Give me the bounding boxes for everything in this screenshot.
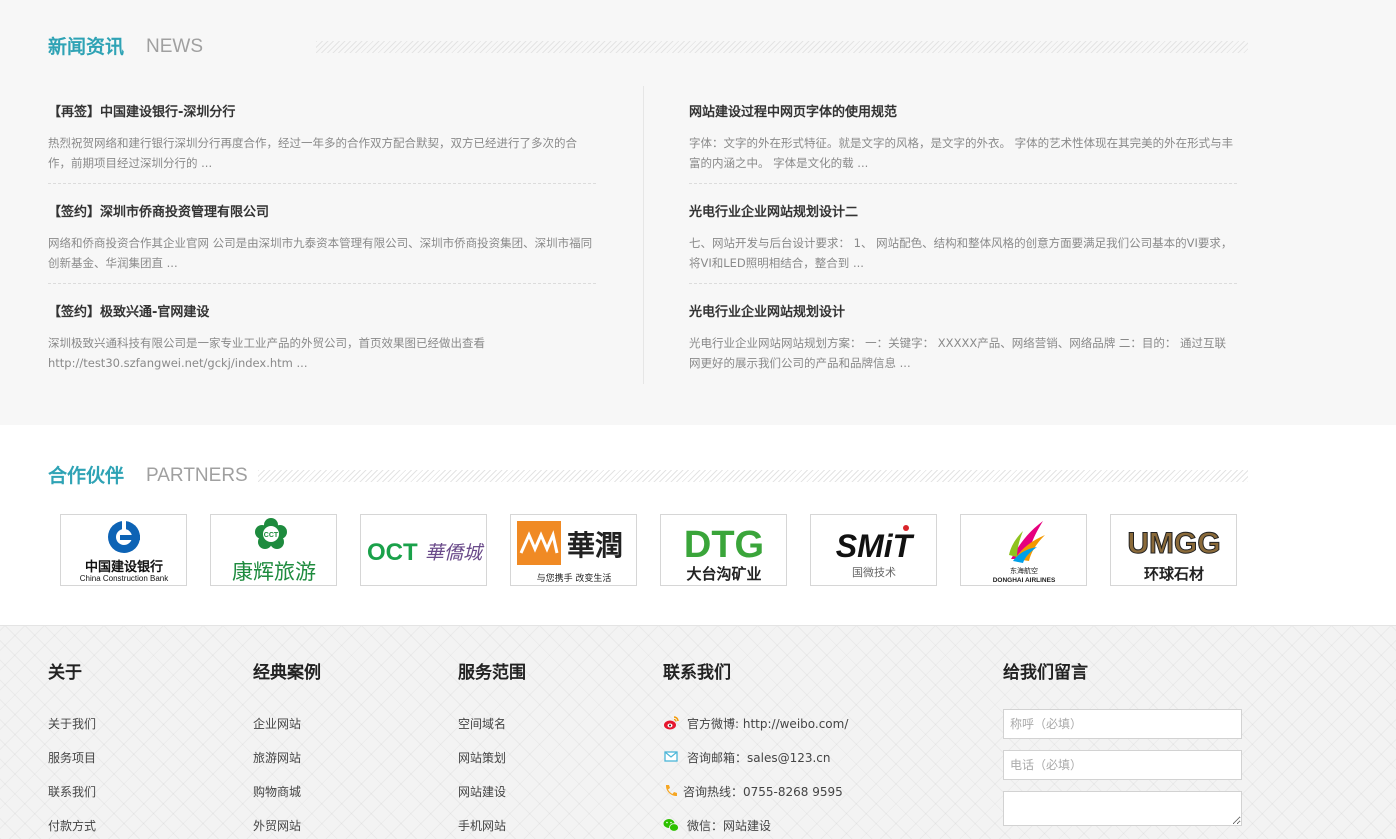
footer-link[interactable]: 付款方式 — [48, 816, 96, 839]
mail-icon — [663, 749, 679, 765]
news-item[interactable]: 【签约】深圳市侨商投资管理有限公司 网络和侨商投资合作其企业官网 公司是由深圳市… — [48, 196, 596, 296]
header-stripe-decoration — [258, 470, 1248, 482]
wechat-icon — [663, 817, 679, 833]
partner-logo-subtext: DONGHAI AIRLINES — [993, 577, 1056, 584]
divider — [689, 283, 1237, 284]
contact-text[interactable]: 微信：网站建设 — [687, 819, 771, 833]
partners-header: 合作伙伴 PARTNERS — [48, 463, 1248, 493]
footer-link[interactable]: 外贸网站 — [253, 816, 321, 839]
footer-link[interactable]: 关于我们 — [48, 714, 96, 748]
site-footer: 关于 关于我们 服务项目 联系我们 付款方式 经典案例 企业网站 旅游网站 购物… — [0, 625, 1396, 839]
footer-heading: 经典案例 — [253, 663, 321, 683]
name-input[interactable] — [1003, 709, 1242, 739]
divider — [48, 183, 596, 184]
news-item-title[interactable]: 网站建设过程中网页字体的使用规范 — [689, 103, 897, 123]
partner-logo-subtext: China Construction Bank — [80, 574, 169, 583]
footer-heading: 关于 — [48, 663, 82, 683]
news-item-title[interactable]: 【签约】深圳市侨商投资管理有限公司 — [48, 203, 269, 223]
column-divider — [643, 86, 644, 384]
partner-logo-text: UMGG — [1127, 527, 1220, 560]
news-header: 新闻资讯 NEWS — [48, 34, 1248, 64]
partner-logo-subtext: 国微技术 — [852, 565, 896, 579]
footer-heading: 给我们留言 — [1003, 663, 1088, 683]
footer-heading: 服务范围 — [458, 663, 526, 683]
message-textarea[interactable] — [1003, 791, 1242, 826]
contact-text[interactable]: 咨询热线：0755-8268 9595 — [683, 785, 843, 799]
footer-col-contact: 联系我们 官方微博: http://weibo.com/ 咨询邮箱：sales@… — [663, 662, 848, 839]
footer-link[interactable]: 手机网站 — [458, 816, 526, 839]
partner-logo-subtext: 大台沟矿业 — [686, 565, 761, 583]
news-item-desc: 网络和侨商投资合作其企业官网 公司是由深圳市九泰资本管理有限公司、深圳市侨商投资… — [48, 236, 593, 270]
partner-logo-text: OCT — [367, 539, 418, 566]
partner-logo-text: 东海航空 — [1010, 566, 1038, 575]
footer-link[interactable]: 旅游网站 — [253, 748, 321, 782]
footer-link[interactable]: 企业网站 — [253, 714, 321, 748]
news-item-desc: 七、网站开发与后台设计要求： 1、 网站配色、结构和整体风格的创意方面要满足我们… — [689, 236, 1233, 270]
news-item[interactable]: 光电行业企业网站规划设计二 七、网站开发与后台设计要求： 1、 网站配色、结构和… — [689, 196, 1237, 296]
footer-link[interactable]: 联系我们 — [48, 782, 96, 816]
news-item[interactable]: 光电行业企业网站规划设计 光电行业企业网站网站规划方案： 一：关键字： XXXX… — [689, 296, 1237, 396]
header-stripe-decoration — [316, 41, 1248, 53]
partner-logo-subtext: 环球石材 — [1144, 565, 1204, 583]
contact-phone: 咨询热线：0755-8268 9595 — [663, 782, 848, 816]
footer-link[interactable]: 服务项目 — [48, 748, 96, 782]
phone-input[interactable] — [1003, 750, 1242, 780]
news-item-title[interactable]: 【再签】中国建设银行-深圳分行 — [48, 103, 235, 123]
footer-col-services: 服务范围 空间域名 网站策划 网站建设 手机网站 — [458, 662, 526, 839]
partner-logo-text: DTG — [684, 524, 764, 566]
footer-link[interactable]: 网站策划 — [458, 748, 526, 782]
message-form — [1003, 709, 1242, 826]
news-item[interactable]: 【再签】中国建设银行-深圳分行 热烈祝贺网络和建行银行深圳分行再度合作，经过一年… — [48, 96, 596, 196]
news-item-title[interactable]: 光电行业企业网站规划设计 — [689, 303, 845, 323]
footer-link[interactable]: 空间域名 — [458, 714, 526, 748]
news-item-desc: 光电行业企业网站网站规划方案： 一：关键字： XXXXX产品、网络营销、网络品牌… — [689, 336, 1227, 370]
partners-section: 合作伙伴 PARTNERS 中国建设银行 China Construction … — [0, 425, 1396, 625]
news-item-desc: 字体：文字的外在形式特征。就是文字的风格，是文字的外衣。 字体的艺术性体现在其完… — [689, 136, 1234, 170]
footer-link[interactable]: 网站建设 — [458, 782, 526, 816]
partner-logo-text: 華潤 — [567, 529, 623, 562]
partner-logo-umgg[interactable]: UMGG 环球石材 — [1110, 514, 1237, 586]
partner-logo-oct[interactable]: OCT 華僑城 — [360, 514, 487, 586]
partner-logo-subtext: 華僑城 — [425, 542, 485, 564]
partner-logo-dtg[interactable]: DTG 大台沟矿业 — [660, 514, 787, 586]
contact-text[interactable]: 咨询邮箱：sales@123.cn — [687, 751, 831, 765]
news-item-title[interactable]: 【签约】极致兴通-官网建设 — [48, 303, 209, 323]
contact-text[interactable]: 官方微博: http://weibo.com/ — [687, 717, 848, 731]
partner-logo-crc[interactable]: 華潤 与您携手 改变生活 — [510, 514, 637, 586]
footer-col-cases: 经典案例 企业网站 旅游网站 购物商城 外贸网站 — [253, 662, 321, 839]
weibo-icon — [663, 715, 679, 731]
news-item-desc: 深圳极致兴通科技有限公司是一家专业工业产品的外贸公司，首页效果图已经做出查看ht… — [48, 336, 485, 370]
partner-logo-ccb[interactable]: 中国建设银行 China Construction Bank — [60, 514, 187, 586]
news-item-title[interactable]: 光电行业企业网站规划设计二 — [689, 203, 858, 223]
news-list-left: 【再签】中国建设银行-深圳分行 热烈祝贺网络和建行银行深圳分行再度合作，经过一年… — [48, 96, 596, 396]
partner-logo-smit[interactable]: SMiT 国微技术 — [810, 514, 937, 586]
news-item[interactable]: 网站建设过程中网页字体的使用规范 字体：文字的外在形式特征。就是文字的风格，是文… — [689, 96, 1237, 196]
partners-title-cn: 合作伙伴 — [48, 465, 125, 487]
contact-mail: 咨询邮箱：sales@123.cn — [663, 748, 848, 782]
partner-logo-subtext: CCT — [264, 532, 279, 539]
contact-wechat: 微信：网站建设 — [663, 816, 848, 839]
footer-col-about: 关于 关于我们 服务项目 联系我们 付款方式 — [48, 662, 96, 839]
news-item[interactable]: 【签约】极致兴通-官网建设 深圳极致兴通科技有限公司是一家专业工业产品的外贸公司… — [48, 296, 596, 396]
news-title-en: NEWS — [146, 36, 203, 57]
contact-weibo: 官方微博: http://weibo.com/ — [663, 714, 848, 748]
news-section: 新闻资讯 NEWS 【再签】中国建设银行-深圳分行 热烈祝贺网络和建行银行深圳分… — [0, 0, 1396, 425]
news-title-cn: 新闻资讯 — [48, 36, 125, 58]
partner-logo-text: SMiT — [836, 528, 915, 564]
divider — [48, 283, 596, 284]
partners-title-en: PARTNERS — [146, 465, 248, 486]
partner-logo-text: 中国建设银行 — [85, 559, 163, 575]
footer-link[interactable]: 购物商城 — [253, 782, 321, 816]
partner-logo-subtext: 与您携手 改变生活 — [537, 572, 612, 584]
footer-col-message: 给我们留言 — [1003, 662, 1242, 826]
divider — [689, 183, 1237, 184]
footer-heading: 联系我们 — [663, 663, 731, 683]
partner-logo-donghai[interactable]: 东海航空 DONGHAI AIRLINES — [960, 514, 1087, 586]
partner-logo-cct[interactable]: CCT 康辉旅游 — [210, 514, 337, 586]
news-item-desc: 热烈祝贺网络和建行银行深圳分行再度合作，经过一年多的合作双方配合默契，双方已经进… — [48, 136, 577, 170]
partner-logos: 中国建设银行 China Construction Bank CCT 康辉旅游 … — [60, 514, 1240, 586]
news-list-right: 网站建设过程中网页字体的使用规范 字体：文字的外在形式特征。就是文字的风格，是文… — [689, 96, 1237, 396]
phone-icon — [663, 783, 679, 799]
partner-logo-text: 康辉旅游 — [232, 560, 316, 584]
